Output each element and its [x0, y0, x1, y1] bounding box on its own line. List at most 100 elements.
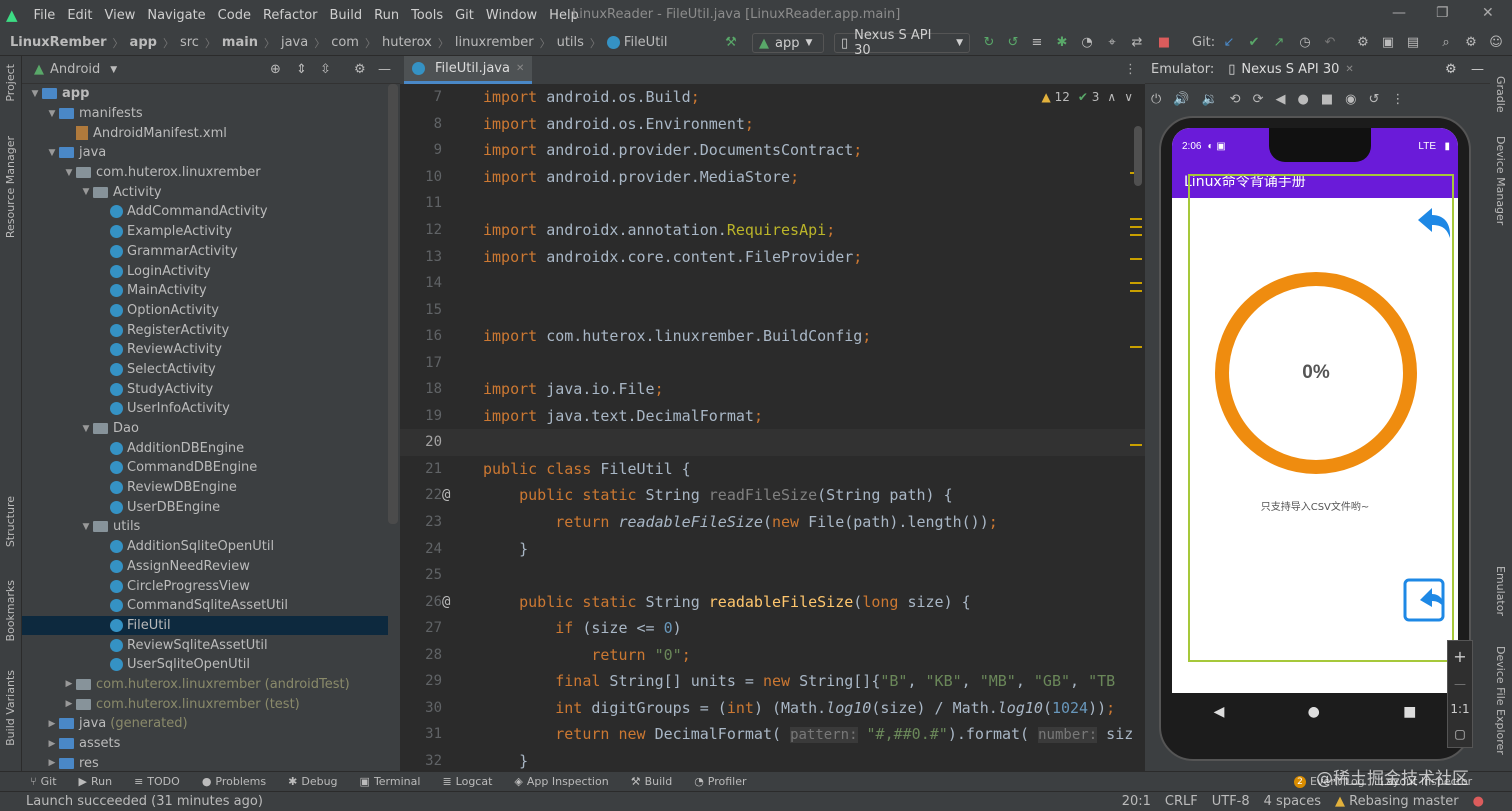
git-update-icon[interactable]: ↙ [1220, 33, 1238, 51]
tool-terminal[interactable]: ▣ Terminal [360, 775, 421, 788]
caret-position[interactable]: 20:1 [1122, 794, 1151, 809]
tree-item[interactable]: LoginActivity [22, 261, 388, 281]
code-line[interactable]: 31 return new DecimalFormat( pattern: "#… [400, 721, 1145, 748]
error-stripe-mark[interactable] [1130, 282, 1142, 284]
rotate-right-icon[interactable]: ⟳ [1253, 92, 1264, 107]
profile-icon[interactable]: ◔ [1078, 33, 1096, 51]
sdk-manager-icon[interactable]: ▣ [1379, 33, 1397, 51]
chevron-down-icon[interactable]: ▼ [62, 168, 76, 178]
tab-menu-icon[interactable]: ⋮ [1124, 62, 1137, 77]
code-line[interactable]: 30 int digitGroups = (int) (Math.log10(s… [400, 695, 1145, 722]
apply-changes-icon[interactable]: ↺ [1004, 33, 1022, 51]
breadcrumb-item[interactable]: app [130, 35, 157, 50]
code-line[interactable]: 25 [400, 562, 1145, 589]
breadcrumb-item[interactable]: utils [557, 35, 584, 50]
history-icon[interactable]: ◷ [1296, 33, 1314, 51]
settings-icon[interactable]: ⚙ [1462, 33, 1480, 51]
tree-item[interactable]: ▶ java (generated) [22, 714, 388, 734]
tab-emulator-device[interactable]: ▯ Nexus S API 30 ✕ [1228, 62, 1354, 77]
project-scrollbar[interactable] [388, 84, 398, 524]
home-icon[interactable]: ● [1297, 92, 1308, 107]
breadcrumb-item[interactable]: java [281, 35, 308, 50]
overview-icon[interactable]: ■ [1321, 92, 1333, 107]
tool-build-variants[interactable]: Build Variants [4, 670, 17, 746]
line-separator[interactable]: CRLF [1165, 794, 1198, 809]
breadcrumb-item[interactable]: com [331, 35, 359, 50]
error-stripe-mark[interactable] [1130, 226, 1142, 228]
device-select[interactable]: ▯ Nexus S API 30 ▼ [834, 28, 970, 58]
code-line[interactable]: 24 } [400, 535, 1145, 562]
code-line[interactable]: 19 import java.text.DecimalFormat; [400, 403, 1145, 430]
chevron-down-icon[interactable]: ▼ [79, 522, 93, 532]
breadcrumb-item[interactable]: FileUtil [624, 35, 668, 50]
volume-down-icon[interactable]: 🔉 [1201, 92, 1217, 107]
override-marker-icon[interactable]: @ [442, 594, 450, 610]
tree-item[interactable]: ReviewDBEngine [22, 478, 388, 498]
code-line[interactable]: 32 } [400, 748, 1145, 771]
chevron-down-icon[interactable]: ▼ [45, 109, 59, 119]
snapshot-icon[interactable]: ↺ [1368, 92, 1379, 107]
tool-git[interactable]: ⑂ Git [30, 775, 57, 788]
code-line[interactable]: 10 import android.provider.MediaStore; [400, 164, 1145, 191]
volume-up-icon[interactable]: 🔊 [1173, 92, 1189, 107]
chevron-right-icon[interactable]: ▶ [45, 758, 59, 768]
tree-item[interactable]: ▼ java [22, 143, 388, 163]
nav-back-icon[interactable]: ◀ [1214, 704, 1225, 720]
code-line[interactable]: 20 [400, 429, 1145, 456]
error-stripe-mark[interactable] [1130, 346, 1142, 348]
close-tab-icon[interactable]: ✕ [516, 63, 524, 74]
tree-item[interactable]: ▼ Dao [22, 419, 388, 439]
error-stripe-mark[interactable] [1130, 218, 1142, 220]
code-line[interactable]: 29 final String[] units = new String[]{"… [400, 668, 1145, 695]
code-line[interactable]: 8 import android.os.Environment; [400, 111, 1145, 138]
code-line[interactable]: 17 [400, 349, 1145, 376]
tree-item[interactable]: GrammarActivity [22, 242, 388, 262]
zoom-in-icon[interactable]: + [1453, 647, 1466, 666]
menu-git[interactable]: Git [449, 8, 480, 23]
chevron-down-icon[interactable]: ▼ [28, 89, 42, 99]
error-stripe-mark[interactable] [1130, 444, 1142, 446]
tree-item[interactable]: ▼ utils [22, 517, 388, 537]
menu-tools[interactable]: Tools [405, 8, 449, 23]
chevron-right-icon[interactable]: ▶ [62, 699, 76, 709]
tool-resource-manager[interactable]: Resource Manager [4, 136, 17, 238]
run-config-select[interactable]: ▲ app ▼ [752, 33, 824, 53]
locate-icon[interactable]: ⊕ [270, 62, 281, 77]
tree-item[interactable]: UserInfoActivity [22, 399, 388, 419]
tool-todo[interactable]: ≡ TODO [134, 775, 180, 788]
back-icon[interactable]: ◀ [1275, 92, 1285, 107]
editor-scrollbar[interactable] [1134, 126, 1142, 186]
code-line[interactable]: 23 return readableFileSize(new File(path… [400, 509, 1145, 536]
breadcrumb-item[interactable]: main [222, 35, 258, 50]
chevron-down-icon[interactable]: ▼ [79, 187, 93, 197]
zoom-actual-button[interactable]: 1:1 [1450, 702, 1469, 716]
tree-item[interactable]: ▶ assets [22, 734, 388, 754]
menu-file[interactable]: File [28, 8, 62, 23]
code-line[interactable]: 13 import androidx.core.content.FileProvi… [400, 243, 1145, 270]
menu-build[interactable]: Build [324, 8, 369, 23]
error-stripe-mark[interactable] [1130, 258, 1142, 260]
hide-icon[interactable]: — [1471, 62, 1484, 77]
tool-structure[interactable]: Structure [4, 496, 17, 547]
tree-item[interactable]: AssignNeedReview [22, 557, 388, 577]
menu-edit[interactable]: Edit [61, 8, 98, 23]
tree-item[interactable]: ▼ Activity [22, 182, 388, 202]
code-line[interactable]: 11 [400, 190, 1145, 217]
tree-item[interactable]: CommandDBEngine [22, 458, 388, 478]
breadcrumb-item[interactable]: src [180, 35, 199, 50]
error-stripe-mark[interactable] [1130, 290, 1142, 292]
tree-item[interactable]: ▶ com.huterox.linuxrember (androidTest) [22, 675, 388, 695]
override-marker-icon[interactable]: @ [442, 487, 450, 503]
tree-item[interactable]: ▶ com.huterox.linuxrember (test) [22, 694, 388, 714]
code-line[interactable]: 28 return "0"; [400, 641, 1145, 668]
chevron-right-icon[interactable]: ▶ [45, 739, 59, 749]
git-commit-icon[interactable]: ✔ [1245, 33, 1263, 51]
coverage-icon[interactable]: ≡ [1028, 33, 1046, 51]
camera-icon[interactable]: ◉ [1345, 92, 1356, 107]
tree-item[interactable]: UserDBEngine [22, 497, 388, 517]
indent-setting[interactable]: 4 spaces [1264, 794, 1321, 809]
tree-item[interactable]: CommandSqliteAssetUtil [22, 596, 388, 616]
tree-item[interactable]: AddCommandActivity [22, 202, 388, 222]
breadcrumb-item[interactable]: LinuxRember [10, 35, 107, 50]
power-icon[interactable]: ⏻ [1151, 92, 1161, 107]
